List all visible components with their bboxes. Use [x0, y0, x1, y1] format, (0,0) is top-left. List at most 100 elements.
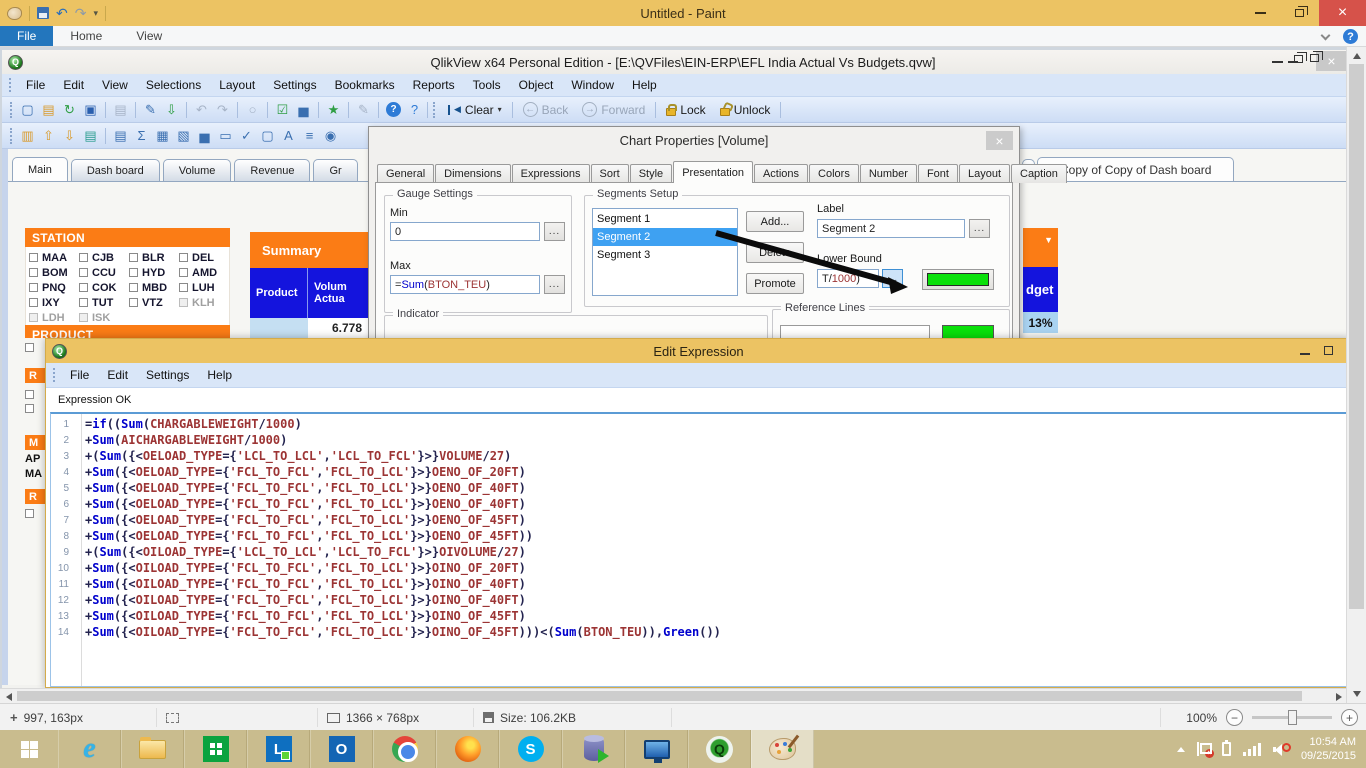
station-panel-header[interactable]: STATION [25, 228, 230, 247]
product-panel-header[interactable]: PRODUCT [25, 325, 230, 338]
create-button-icon[interactable]: ◉ [321, 126, 340, 145]
scroll-down-icon[interactable] [1353, 691, 1361, 697]
export-icon[interactable]: ⇩ [162, 100, 181, 119]
create-statistics-box-icon[interactable]: Σ [132, 126, 151, 145]
taskbar-skype[interactable]: S [499, 730, 562, 768]
ee-menu-file[interactable]: File [61, 368, 98, 382]
segment-item-segment-3[interactable]: Segment 3 [593, 246, 737, 264]
menu-tools[interactable]: Tools [464, 78, 510, 92]
station-checkbox-luh[interactable]: LUH [179, 280, 229, 295]
station-checkbox-tut[interactable]: TUT [79, 295, 129, 310]
undo-icon[interactable]: ↶ [192, 100, 211, 119]
expression-text[interactable]: =if((Sum(CHARGABLEWEIGHT/1000) [77, 417, 302, 433]
show-hidden-icons-icon[interactable] [1177, 747, 1185, 752]
create-listbox-icon[interactable]: ▤ [111, 126, 130, 145]
scroll-right-icon[interactable] [1336, 693, 1342, 701]
label-ellipsis-button[interactable]: ... [969, 219, 990, 238]
menu-window[interactable]: Window [562, 78, 623, 92]
segment-item-segment-2[interactable]: Segment 2 [593, 228, 737, 246]
dialog-tab-expressions[interactable]: Expressions [512, 164, 590, 183]
save-icon[interactable] [37, 7, 49, 19]
expression-text[interactable]: +Sum({<OELOAD_TYPE={'FCL_TO_FCL','FCL_TO… [77, 513, 526, 529]
dialog-tab-caption[interactable]: Caption [1011, 164, 1067, 183]
context-help-icon[interactable]: ? [405, 100, 424, 119]
summary-table-caption[interactable]: Summary [250, 232, 368, 268]
segment-color-button[interactable] [922, 269, 994, 290]
chevron-down-icon[interactable]: ▼ [1044, 235, 1053, 245]
station-checkbox-ldh[interactable]: LDH [29, 310, 79, 325]
ee-menu-help[interactable]: Help [198, 368, 241, 382]
battery-icon[interactable] [1222, 742, 1231, 756]
segment-label-input[interactable]: Segment 2 [817, 219, 965, 238]
sheet-properties-icon[interactable]: ▤ [81, 126, 100, 145]
horizontal-scroll-thumb[interactable] [17, 691, 1302, 701]
product-checkbox-clipped[interactable] [25, 343, 34, 352]
create-slider-icon[interactable]: ≡ [300, 126, 319, 145]
ee-menu-edit[interactable]: Edit [98, 368, 137, 382]
add-segment-button[interactable]: Add... [746, 211, 804, 232]
scroll-left-icon[interactable] [6, 693, 12, 701]
scroll-up-icon[interactable] [1353, 53, 1361, 59]
station-checkbox-pnq[interactable]: PNQ [29, 280, 79, 295]
menu-view[interactable]: View [93, 78, 137, 92]
budget-table-caption-clipped[interactable]: ▼ [1023, 228, 1058, 267]
list-item-clipped[interactable]: MA [25, 468, 42, 480]
open-file-icon[interactable]: ▤ [39, 100, 58, 119]
redo-icon[interactable]: ↷ [75, 6, 87, 20]
dialog-close-button[interactable]: × [986, 131, 1013, 150]
dialog-tab-colors[interactable]: Colors [809, 164, 859, 183]
station-checkbox-vtz[interactable]: VTZ [129, 295, 179, 310]
create-current-selections-box-icon[interactable]: ✓ [237, 126, 256, 145]
new-document-icon[interactable]: ▢ [18, 100, 37, 119]
help-icon[interactable]: ? [386, 102, 401, 117]
station-checkbox-cok[interactable]: COK [79, 280, 129, 295]
add-bookmark-icon[interactable]: ★ [324, 100, 343, 119]
menu-selections[interactable]: Selections [137, 78, 210, 92]
document-restore-icon[interactable] [1310, 54, 1319, 62]
unlock-button[interactable]: Unlock [713, 99, 778, 121]
action-center-icon[interactable]: × [1197, 742, 1210, 756]
dialog-tab-layout[interactable]: Layout [959, 164, 1010, 183]
taskbar-chrome[interactable] [373, 730, 436, 768]
search-icon[interactable]: ○ [243, 100, 262, 119]
dialog-tab-presentation[interactable]: Presentation [673, 161, 753, 183]
create-table-box-icon[interactable]: ▦ [153, 126, 172, 145]
dialog-tab-sort[interactable]: Sort [591, 164, 629, 183]
menu-object[interactable]: Object [510, 78, 563, 92]
zoom-out-button[interactable]: − [1226, 709, 1243, 726]
menu-bookmarks[interactable]: Bookmarks [326, 78, 404, 92]
ribbon-tab-file[interactable]: File [0, 26, 53, 46]
expression-text[interactable]: +Sum({<OELOAD_TYPE={'FCL_TO_FCL','FCL_TO… [77, 497, 526, 513]
max-input[interactable]: =Sum(BTON_TEU) [390, 275, 540, 294]
expression-text[interactable]: +Sum({<OELOAD_TYPE={'FCL_TO_FCL','FCL_TO… [77, 529, 533, 545]
panel-header-clipped[interactable]: R [25, 368, 45, 383]
network-signal-icon[interactable] [1243, 742, 1261, 756]
create-container-icon[interactable]: ▢ [258, 126, 277, 145]
station-checkbox-klh[interactable]: KLH [179, 295, 229, 310]
station-checkbox-ccu[interactable]: CCU [79, 265, 129, 280]
print-icon[interactable]: ▤ [111, 100, 130, 119]
taskbar-remote-desktop[interactable] [625, 730, 688, 768]
vertical-scrollbar[interactable] [1346, 47, 1366, 703]
lower-bound-input[interactable]: T/1000) [817, 269, 879, 288]
quick-chart-icon[interactable]: ▅ [294, 100, 313, 119]
maximize-icon[interactable] [1324, 346, 1333, 355]
segment-item-segment-1[interactable]: Segment 1 [593, 210, 737, 228]
list-item-clipped[interactable]: AP [25, 453, 40, 465]
zoom-slider-handle[interactable] [1288, 710, 1297, 725]
lock-button[interactable]: Lock [659, 99, 712, 121]
dialog-titlebar[interactable]: Chart Properties [Volume] × [369, 127, 1019, 153]
ee-menu-settings[interactable]: Settings [137, 368, 198, 382]
create-text-object-icon[interactable]: A [279, 126, 298, 145]
dialog-tab-font[interactable]: Font [918, 164, 958, 183]
column-header-product[interactable]: Product [250, 268, 308, 318]
sheet-tab-volume[interactable]: Volume [163, 159, 232, 181]
reference-line-color-button[interactable] [942, 325, 994, 339]
create-input-box-icon[interactable]: ▧ [174, 126, 193, 145]
menu-reports[interactable]: Reports [404, 78, 464, 92]
checkbox-clipped[interactable] [25, 509, 34, 518]
min-ellipsis-button[interactable]: ... [544, 222, 565, 241]
expression-text[interactable]: +Sum({<OILOAD_TYPE={'FCL_TO_FCL','FCL_TO… [77, 561, 526, 577]
station-checkbox-ixy[interactable]: IXY [29, 295, 79, 310]
menu-edit[interactable]: Edit [54, 78, 93, 92]
